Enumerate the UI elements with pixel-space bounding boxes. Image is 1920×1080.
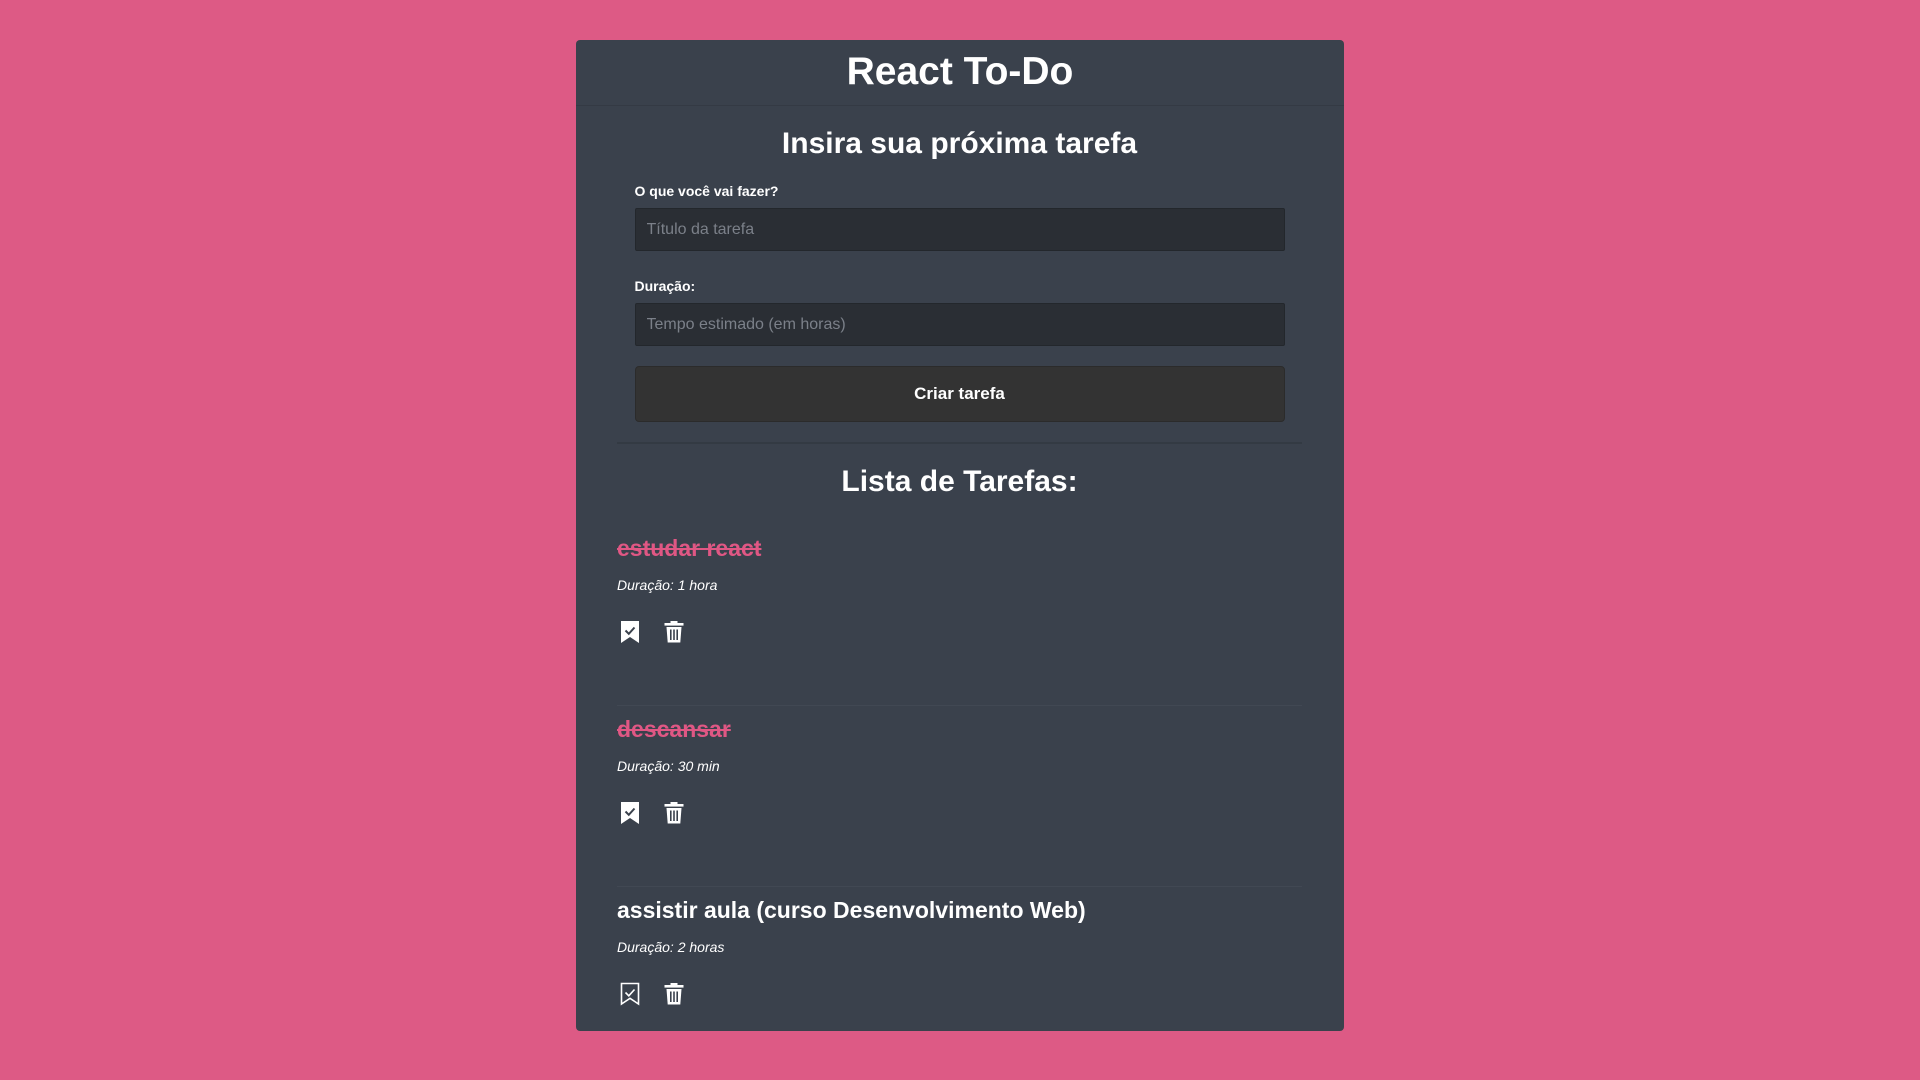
bookmark-check-filled-icon[interactable] [617,618,643,646]
task-actions [617,799,687,827]
task-item: descansar Duração: 30 min [617,706,1302,887]
app-title: React To-Do [846,49,1074,93]
task-title: assistir aula (curso Desenvolvimento Web… [617,897,1086,923]
create-task-button[interactable]: Criar tarefa [634,366,1285,422]
task-title-input[interactable] [634,208,1285,251]
task-list-heading: Lista de Tarefas: [841,465,1078,498]
task-actions [617,618,687,646]
trash-icon[interactable] [661,618,687,646]
task-duration: Duração: 2 horas [617,939,725,955]
task-duration: Duração: 1 hora [617,577,718,593]
main-content: Insira sua próxima tarefa O que você vai… [576,126,1344,1068]
task-title: estudar react [617,535,762,561]
task-title: descansar [617,716,731,742]
trash-icon[interactable] [661,980,687,1008]
app-header: React To-Do [576,40,1344,106]
task-item: assistir aula (curso Desenvolvimento Web… [617,887,1302,1068]
section-divider [617,442,1302,444]
form-heading: Insira sua próxima tarefa [781,127,1138,160]
duration-label: Duração: [634,278,696,294]
task-actions [617,980,687,1008]
task-list: estudar react Duração: 1 hora descansar … [617,525,1302,1068]
bookmark-check-outline-icon[interactable] [617,980,643,1008]
task-duration-input[interactable] [634,303,1285,346]
bookmark-check-filled-icon[interactable] [617,799,643,827]
todo-app-card: React To-Do Insira sua próxima tarefa O … [576,40,1344,1031]
task-item: estudar react Duração: 1 hora [617,525,1302,706]
task-form: O que você vai fazer? Duração: Criar tar… [634,183,1285,422]
task-duration: Duração: 30 min [617,758,720,774]
title-label: O que você vai fazer? [634,183,779,199]
trash-icon[interactable] [661,799,687,827]
